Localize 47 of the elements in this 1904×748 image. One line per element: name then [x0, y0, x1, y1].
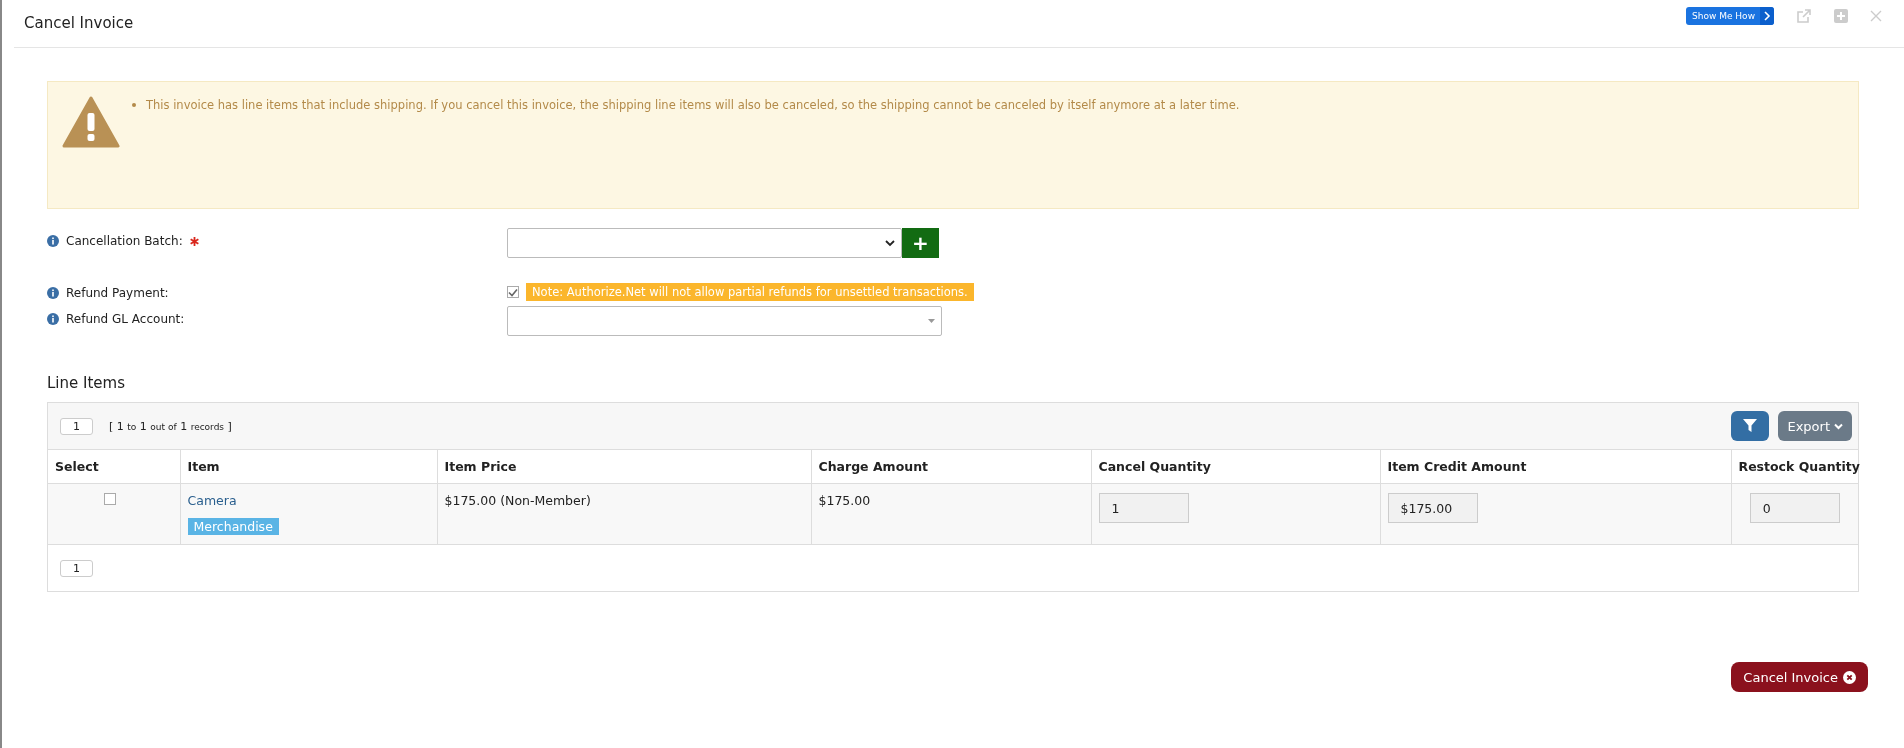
note-label: Note: Authorize.Net will not allow partial refunds for unsettled transactions. [526, 283, 974, 301]
field-label: Refund GL Account: [66, 312, 185, 326]
window-title: Cancel Invoice [24, 13, 134, 32]
caret-icon [928, 319, 935, 323]
page-button[interactable]: 1 [60, 559, 93, 577]
field-label: Refund Payment: [66, 286, 169, 300]
credit-amount-field[interactable]: $175.00 [1387, 493, 1478, 523]
table-cell: $175.00 (Non-Member) [444, 493, 591, 508]
restock-field[interactable]: 0 [1749, 493, 1840, 523]
column-header: Restock Quantity [1731, 450, 1858, 484]
column-header: Cancel Quantity [1091, 450, 1380, 484]
section-heading: Line Items [47, 374, 126, 392]
bullet-icon [132, 103, 136, 107]
column-header: Item Credit Amount [1380, 450, 1731, 484]
caret-icon [1834, 422, 1843, 430]
filter-icon [1743, 419, 1758, 433]
table-cell: $175.00 [818, 493, 871, 508]
quantity-field[interactable]: 1 [1098, 493, 1189, 523]
record-range: [ 1 to 1 out of 1 records ] [109, 419, 232, 433]
column-header: Item [180, 450, 437, 484]
gl-account-select[interactable] [507, 306, 942, 336]
info-icon[interactable] [47, 313, 59, 325]
column-header: Select [48, 450, 180, 484]
export-button[interactable]: Export [1778, 411, 1852, 441]
field-label: Cancellation Batch: [66, 234, 183, 248]
warning-icon [62, 96, 120, 148]
caret-icon [885, 239, 895, 247]
page-button[interactable]: 1 [60, 417, 93, 435]
info-icon[interactable] [47, 235, 59, 247]
row-checkbox[interactable] [104, 493, 117, 505]
filter-button[interactable] [1731, 411, 1770, 441]
show-me-how-button[interactable]: Show Me How [1686, 7, 1774, 25]
column-header: Charge Amount [811, 450, 1091, 484]
close-icon[interactable] [1870, 10, 1882, 22]
column-header: Item Price [437, 450, 811, 484]
expand-icon[interactable] [1834, 9, 1848, 23]
chevron-icon [1760, 7, 1774, 25]
item-link[interactable]: Camera [187, 493, 237, 508]
external-link-icon[interactable] [1796, 8, 1812, 24]
batch-select[interactable] [507, 228, 902, 258]
close-circle-icon [1843, 670, 1856, 684]
info-icon[interactable] [47, 287, 59, 299]
add-button[interactable]: + [902, 228, 939, 258]
cancel-invoice-button[interactable]: Cancel Invoice [1731, 662, 1868, 692]
checkbox[interactable] [507, 286, 519, 298]
warning-text: This invoice has line items that include shipping. If you cancel this invoice, the shipping line items will also be canceled, so the shipping cannot be canceled by itself anymore at a later time. [146, 98, 1240, 112]
category-tag: Merchandise [187, 518, 279, 535]
